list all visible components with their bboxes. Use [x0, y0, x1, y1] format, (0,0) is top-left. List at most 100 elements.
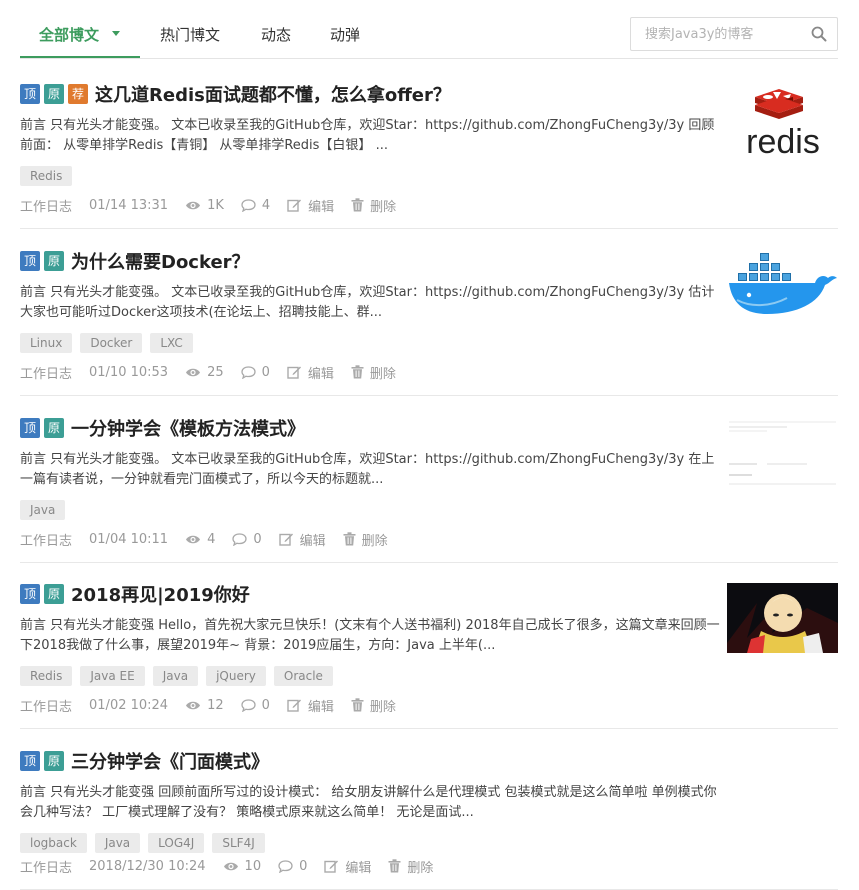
tag-chip[interactable]: Redis: [20, 666, 73, 686]
eye-icon: [223, 862, 238, 870]
article-meta: 工作日志 2018/12/30 10:24 10 0 编辑 删除: [20, 856, 450, 876]
tab-hot-posts[interactable]: 热门博文: [160, 16, 220, 58]
article-item: 顶 原 为什么需要Docker？ 前言 只有光头才能变强。 文本已收录至我的Gi…: [20, 250, 838, 396]
delete-button[interactable]: 删除: [351, 696, 396, 715]
view-count-value: 10: [244, 858, 262, 874]
search-input[interactable]: [631, 18, 807, 50]
edit-icon: [287, 699, 301, 712]
search-icon[interactable]: [811, 26, 827, 42]
comment-count: 0: [240, 364, 270, 380]
article-thumbnail[interactable]: redis: [727, 85, 838, 155]
article-summary: 前言 只有光头才能变强。 文本已收录至我的GitHub仓库，欢迎Star：htt…: [20, 118, 715, 153]
article-title-row: 顶 原 2018再见|2019你好: [20, 581, 250, 607]
delete-button[interactable]: 删除: [351, 196, 396, 215]
delete-label: 删除: [370, 199, 397, 215]
tab-tweets[interactable]: 动弹: [330, 16, 360, 58]
article-category[interactable]: 工作日志: [20, 196, 72, 215]
article-thumbnail[interactable]: [727, 248, 838, 318]
article-title[interactable]: 这几道Redis面试题都不懂，怎么拿offer？: [95, 81, 451, 107]
delete-label: 删除: [407, 860, 434, 876]
comment-count-value: 0: [261, 364, 270, 380]
eye-icon: [186, 368, 201, 376]
article-title[interactable]: 为什么需要Docker？: [71, 248, 250, 274]
search-box: [630, 17, 838, 51]
article-thumbnail[interactable]: [727, 417, 838, 487]
top-flag-badge: 顶: [20, 751, 40, 771]
article-title-row: 顶 原 一分钟学会《模板方法模式》: [20, 415, 305, 441]
tag-chip[interactable]: LXC: [150, 333, 193, 353]
tag-chip[interactable]: Redis: [20, 166, 73, 186]
comment-count: 0: [232, 532, 262, 547]
article-category[interactable]: 工作日志: [20, 363, 72, 382]
trash-icon: [351, 698, 364, 712]
caret-down-icon[interactable]: [112, 31, 121, 36]
article-thumbnail[interactable]: [727, 583, 838, 653]
edit-label: 编辑: [307, 366, 334, 382]
docker-whale-icon: [729, 253, 837, 314]
tag-chip[interactable]: Java: [94, 833, 141, 853]
tag-chip[interactable]: logback: [20, 833, 87, 853]
original-flag-badge: 原: [44, 584, 64, 604]
tag-chip[interactable]: Linux: [20, 333, 73, 353]
tab-activity[interactable]: 动态: [261, 16, 291, 58]
top-flag-badge: 顶: [20, 418, 40, 438]
tag-chip[interactable]: Docker: [80, 333, 143, 353]
view-count: 1K: [185, 198, 224, 213]
article-category[interactable]: 工作日志: [20, 530, 72, 549]
comment-count: 4: [241, 198, 270, 213]
edit-button[interactable]: 编辑: [287, 363, 334, 382]
comment-count-value: 0: [261, 697, 270, 713]
tag-chip[interactable]: Oracle: [273, 666, 333, 686]
comment-count-value: 0: [299, 858, 308, 874]
edit-label: 编辑: [345, 860, 372, 876]
trash-icon: [388, 859, 401, 873]
delete-button[interactable]: 删除: [388, 857, 433, 876]
article-title-row: 顶 原 荐 这几道Redis面试题都不懂，怎么拿offer？: [20, 81, 451, 107]
edit-label: 编辑: [299, 533, 326, 549]
view-count: 4: [185, 532, 215, 547]
eye-icon: [186, 535, 201, 543]
edit-button[interactable]: 编辑: [278, 530, 326, 549]
edit-button[interactable]: 编辑: [324, 857, 371, 876]
article-tags: Linux Docker LXC: [20, 333, 201, 353]
edit-button[interactable]: 编辑: [287, 196, 334, 215]
article-date: 01/04 10:11: [89, 531, 169, 547]
tag-chip[interactable]: Java: [20, 500, 66, 520]
article-title[interactable]: 2018再见|2019你好: [71, 581, 250, 607]
view-count-value: 25: [207, 364, 224, 380]
tab-all-posts[interactable]: 全部博文: [20, 16, 141, 58]
blog-tab-bar: 全部博文 热门博文 动态 动弹: [20, 16, 838, 59]
delete-button[interactable]: 删除: [351, 363, 396, 382]
comment-bubble-icon: [278, 859, 293, 873]
tag-chip[interactable]: LOG4J: [148, 833, 205, 853]
article-date: 2018/12/30 10:24: [89, 858, 206, 874]
article-tags: logback Java LOG4J SLF4J: [20, 833, 273, 853]
original-flag-badge: 原: [44, 84, 64, 104]
delete-label: 删除: [369, 699, 396, 715]
saitama-anime-thumbnail: [727, 583, 838, 653]
article-title-row: 顶 原 三分钟学会《门面模式》: [20, 748, 269, 774]
tag-chip[interactable]: SLF4J: [212, 833, 265, 853]
article-meta: 工作日志 01/04 10:11 4 0 编辑 删除: [20, 529, 405, 549]
comment-bubble-icon: [241, 198, 256, 212]
edit-icon: [324, 860, 339, 873]
edit-icon: [287, 199, 302, 212]
tag-chip[interactable]: jQuery: [206, 666, 266, 686]
original-flag-badge: 原: [44, 418, 64, 438]
original-flag-badge: 原: [44, 251, 64, 271]
delete-button[interactable]: 删除: [343, 530, 388, 549]
article-title[interactable]: 一分钟学会《模板方法模式》: [71, 415, 305, 441]
article-category[interactable]: 工作日志: [20, 696, 72, 715]
article-title[interactable]: 三分钟学会《门面模式》: [71, 748, 269, 774]
edit-button[interactable]: 编辑: [287, 696, 334, 715]
article-summary: 前言 只有光头才能变强。 文本已收录至我的GitHub仓库，欢迎Star：htt…: [20, 452, 715, 487]
article-item: 顶 原 三分钟学会《门面模式》 前言 只有光头才能变强 回顾前面所写过的设计模式…: [20, 750, 838, 890]
tag-chip[interactable]: Java EE: [80, 666, 145, 686]
edit-label: 编辑: [307, 699, 334, 715]
comment-bubble-icon: [240, 698, 256, 712]
article-meta: 工作日志 01/14 13:31 1K 4 编辑 删除: [20, 195, 413, 215]
article-category[interactable]: 工作日志: [20, 857, 72, 876]
tag-chip[interactable]: Java: [152, 666, 199, 686]
view-count-value: 4: [207, 531, 216, 547]
edit-icon: [287, 366, 301, 379]
